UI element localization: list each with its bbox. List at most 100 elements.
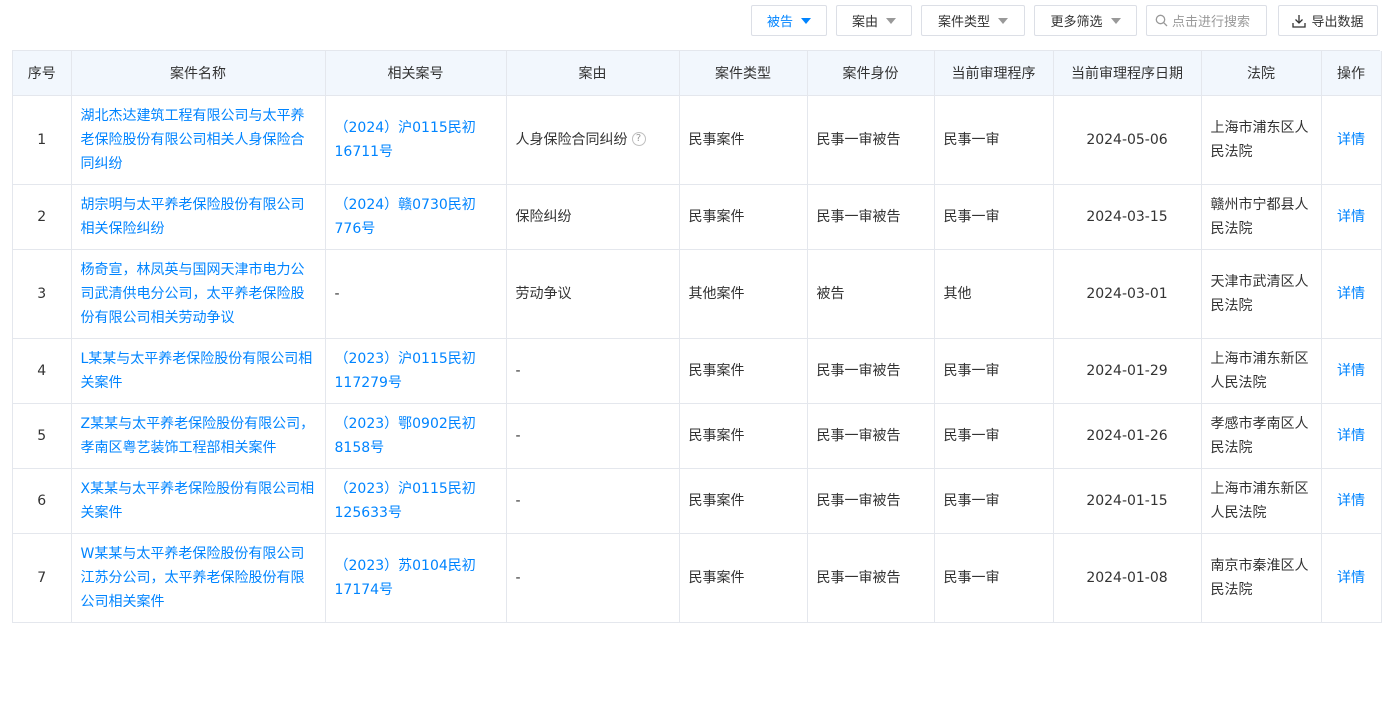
help-icon[interactable]: ? (631, 131, 646, 146)
row-index: 5 (13, 403, 72, 469)
case-identity: 民事一审被告 (807, 184, 935, 250)
detail-link[interactable]: 详情 (1337, 363, 1365, 379)
case-procedure: 民事一审 (934, 468, 1054, 534)
procedure-date: 2024-01-08 (1053, 533, 1202, 623)
court-name: 孝感市孝南区人民法院 (1201, 403, 1322, 469)
defendant-filter-dropdown[interactable]: 被告 (751, 5, 827, 36)
search-input[interactable]: 点击进行搜索 (1146, 5, 1267, 36)
detail-link[interactable]: 详情 (1337, 209, 1365, 225)
case-table: 序号 案件名称 相关案号 案由 案件类型 案件身份 当前审理程序 当前审理程序日… (13, 51, 1382, 623)
export-data-button[interactable]: 导出数据 (1278, 5, 1378, 36)
row-index: 6 (13, 468, 72, 534)
cause-filter-dropdown[interactable]: 案由 (836, 5, 912, 36)
case-type-filter-label: 案件类型 (937, 15, 990, 30)
detail-link[interactable]: 详情 (1337, 428, 1365, 444)
court-name: 天津市武清区人民法院 (1201, 249, 1322, 339)
header-cause: 案由 (506, 51, 680, 96)
case-type: 民事案件 (679, 338, 808, 404)
caret-down-icon (886, 17, 896, 24)
table-row: 2 胡宗明与太平养老保险股份有限公司相关保险纠纷 （2024）赣0730民初77… (13, 184, 1382, 250)
case-type: 民事案件 (679, 533, 808, 623)
case-number-link[interactable]: （2023）沪0115民初117279号 (335, 351, 476, 391)
table-row: 6 X某某与太平养老保险股份有限公司相关案件 （2023）沪0115民初1256… (13, 468, 1382, 534)
row-index: 2 (13, 184, 72, 250)
search-placeholder: 点击进行搜索 (1172, 15, 1251, 30)
case-procedure: 民事一审 (934, 403, 1054, 469)
table-row: 7 W某某与太平养老保险股份有限公司江苏分公司，太平养老保险股份有限公司相关案件… (13, 533, 1382, 623)
case-number-link[interactable]: （2024）沪0115民初16711号 (335, 120, 476, 160)
row-index: 1 (13, 95, 72, 185)
court-name: 上海市浦东新区人民法院 (1201, 468, 1322, 534)
case-procedure: 民事一审 (934, 95, 1054, 185)
header-procedure-date: 当前审理程序日期 (1053, 51, 1202, 96)
case-name-link[interactable]: Z某某与太平养老保险股份有限公司，孝南区粤艺装饰工程部相关案件 (81, 416, 315, 456)
detail-link[interactable]: 详情 (1337, 132, 1365, 148)
case-name-link[interactable]: L某某与太平养老保险股份有限公司相关案件 (81, 351, 313, 391)
case-cause: - (506, 338, 680, 404)
case-type: 民事案件 (679, 95, 808, 185)
case-procedure: 民事一审 (934, 533, 1054, 623)
procedure-date: 2024-01-15 (1053, 468, 1202, 534)
case-name-link[interactable]: 杨奇宣，林凤英与国网天津市电力公司武清供电分公司，太平养老保险股份有限公司相关劳… (81, 262, 305, 326)
table-header-row: 序号 案件名称 相关案号 案由 案件类型 案件身份 当前审理程序 当前审理程序日… (13, 51, 1382, 96)
case-number-link[interactable]: （2024）赣0730民初776号 (335, 197, 476, 237)
case-name-link[interactable]: 胡宗明与太平养老保险股份有限公司相关保险纠纷 (81, 197, 305, 237)
header-case-identity: 案件身份 (807, 51, 935, 96)
detail-link[interactable]: 详情 (1337, 286, 1365, 302)
procedure-date: 2024-01-26 (1053, 403, 1202, 469)
case-number-link[interactable]: （2023）鄂0902民初8158号 (335, 416, 476, 456)
search-icon (1155, 14, 1168, 27)
case-type: 其他案件 (679, 249, 808, 339)
detail-link[interactable]: 详情 (1337, 570, 1365, 586)
case-cause: 劳动争议 (506, 249, 680, 339)
case-cause-cell: 人身保险合同纠纷? (506, 95, 680, 185)
procedure-date: 2024-03-01 (1053, 249, 1202, 339)
case-cause: - (506, 403, 680, 469)
case-type: 民事案件 (679, 468, 808, 534)
procedure-date: 2024-05-06 (1053, 95, 1202, 185)
download-icon (1292, 14, 1307, 28)
case-identity: 被告 (807, 249, 935, 339)
filter-toolbar: 被告 案由 案件类型 更多筛选 点击进行搜索 导出数据 (0, 5, 1394, 37)
table-row: 4 L某某与太平养老保险股份有限公司相关案件 （2023）沪0115民初1172… (13, 338, 1382, 404)
header-case-type: 案件类型 (679, 51, 808, 96)
row-index: 7 (13, 533, 72, 623)
case-number-link[interactable]: （2023）沪0115民初125633号 (335, 481, 476, 521)
case-identity: 民事一审被告 (807, 533, 935, 623)
header-case-name: 案件名称 (71, 51, 326, 96)
table-row: 5 Z某某与太平养老保险股份有限公司，孝南区粤艺装饰工程部相关案件 （2023）… (13, 403, 1382, 469)
case-type: 民事案件 (679, 403, 808, 469)
court-name: 上海市浦东区人民法院 (1201, 95, 1322, 185)
case-name-link[interactable]: 湖北杰达建筑工程有限公司与太平养老保险股份有限公司相关人身保险合同纠纷 (81, 108, 305, 172)
case-cause: 人身保险合同纠纷 (515, 131, 628, 148)
court-name: 南京市秦淮区人民法院 (1201, 533, 1322, 623)
caret-down-icon (801, 17, 811, 24)
case-identity: 民事一审被告 (807, 338, 935, 404)
procedure-date: 2024-03-15 (1053, 184, 1202, 250)
header-court: 法院 (1201, 51, 1322, 96)
row-index: 4 (13, 338, 72, 404)
export-data-label: 导出数据 (1311, 15, 1364, 30)
case-cause: - (506, 533, 680, 623)
cause-filter-label: 案由 (851, 15, 878, 30)
case-identity: 民事一审被告 (807, 403, 935, 469)
case-type-filter-dropdown[interactable]: 案件类型 (921, 5, 1025, 36)
more-filter-label: 更多筛选 (1050, 15, 1103, 30)
table-row: 1 湖北杰达建筑工程有限公司与太平养老保险股份有限公司相关人身保险合同纠纷 （2… (13, 95, 1382, 185)
case-name-link[interactable]: W某某与太平养老保险股份有限公司江苏分公司，太平养老保险股份有限公司相关案件 (81, 546, 305, 610)
case-procedure: 民事一审 (934, 338, 1054, 404)
case-name-link[interactable]: X某某与太平养老保险股份有限公司相关案件 (81, 481, 315, 521)
case-procedure: 其他 (934, 249, 1054, 339)
header-index: 序号 (13, 51, 72, 96)
header-procedure: 当前审理程序 (934, 51, 1054, 96)
detail-link[interactable]: 详情 (1337, 493, 1365, 509)
more-filter-dropdown[interactable]: 更多筛选 (1034, 5, 1137, 36)
court-name: 赣州市宁都县人民法院 (1201, 184, 1322, 250)
case-identity: 民事一审被告 (807, 468, 935, 534)
header-case-number: 相关案号 (325, 51, 507, 96)
case-number-link[interactable]: （2023）苏0104民初17174号 (335, 558, 476, 598)
case-cause: - (506, 468, 680, 534)
table-row: 3 杨奇宣，林凤英与国网天津市电力公司武清供电分公司，太平养老保险股份有限公司相… (13, 249, 1382, 339)
header-action: 操作 (1321, 51, 1382, 96)
case-number: - (325, 249, 507, 339)
